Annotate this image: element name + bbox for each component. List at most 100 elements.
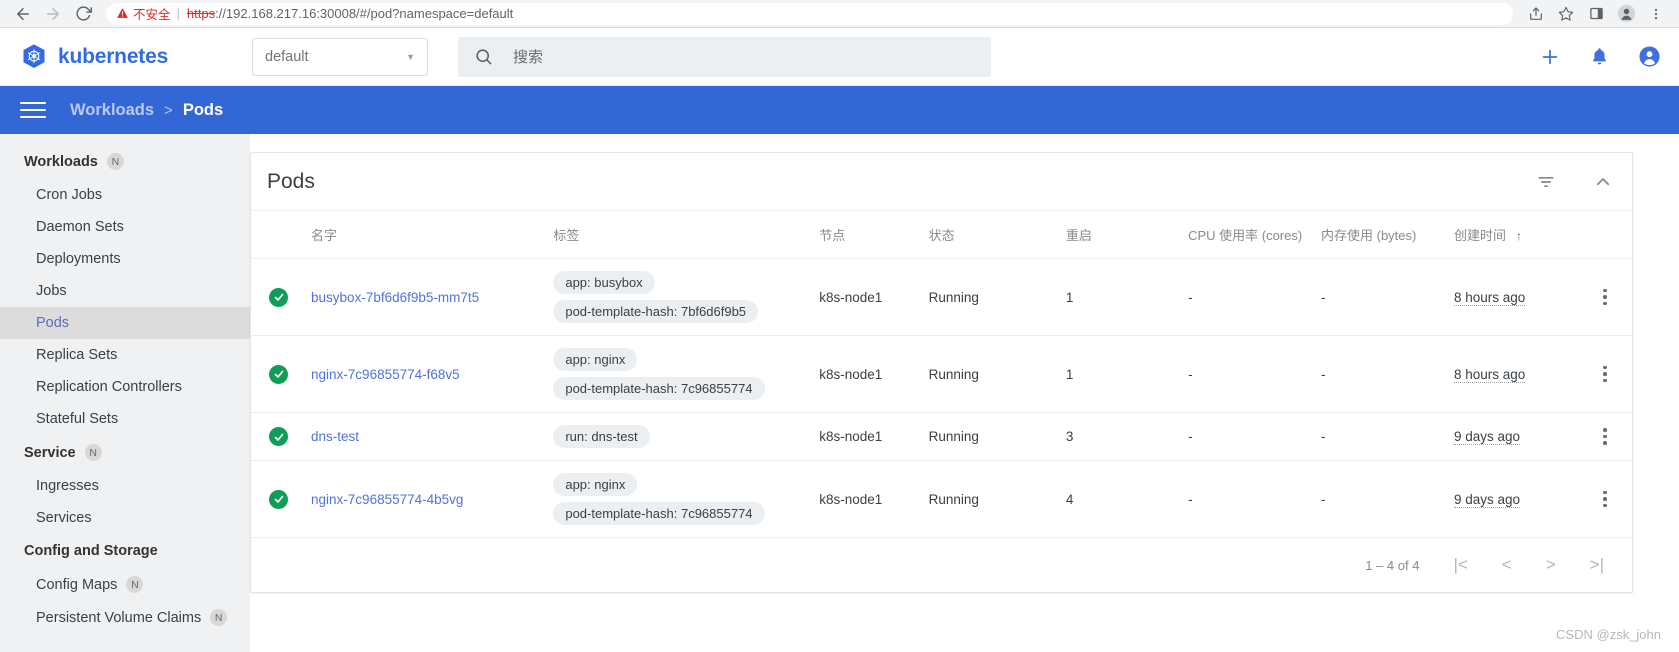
pod-status-cell bbox=[251, 460, 312, 538]
row-actions-cell bbox=[1578, 335, 1632, 413]
column-header[interactable]: 名字 bbox=[311, 211, 554, 259]
pods-card: Pods 名字 标签 节点 状态 重启 CPU 使用率 (cores) 内存使用 (byte… bbox=[250, 152, 1633, 593]
success-check-icon bbox=[269, 287, 288, 307]
sidebar-item-replica-sets[interactable]: Replica Sets bbox=[0, 339, 250, 371]
pod-labels-cell: app: nginx pod-template-hash: 7c96855774 bbox=[553, 335, 820, 413]
row-overflow-menu-icon[interactable] bbox=[1578, 288, 1632, 306]
pod-name-link[interactable]: busybox-7bf6d6f9b5-mm7t5 bbox=[311, 290, 479, 305]
table-row[interactable]: busybox-7bf6d6f9b5-mm7t5 app: busybox pod-… bbox=[251, 258, 1632, 336]
sidebar-item-services[interactable]: Services bbox=[0, 502, 250, 534]
pod-name-link[interactable]: dns-test bbox=[311, 429, 359, 444]
column-header-label: CPU 使用率 (cores) bbox=[1188, 228, 1303, 243]
pod-state-cell: Running bbox=[928, 335, 1066, 413]
previous-page-button[interactable]: < bbox=[1502, 555, 1512, 575]
pod-status-cell bbox=[251, 412, 312, 461]
forward-button[interactable] bbox=[38, 2, 68, 26]
pod-name-link[interactable]: nginx-7c96855774-4b5vg bbox=[311, 492, 463, 507]
label-chip: pod-template-hash: 7bf6d6f9b5 bbox=[553, 300, 759, 323]
first-page-button[interactable]: |< bbox=[1453, 555, 1467, 575]
sidebar-item-replication-controllers[interactable]: Replication Controllers bbox=[0, 371, 250, 403]
pod-state-cell: Running bbox=[928, 460, 1066, 538]
pod-node-cell: k8s-node1 bbox=[819, 460, 929, 538]
sidebar-item-config-maps[interactable]: Config Maps N bbox=[0, 568, 250, 601]
sidebar-item-label: Cron Jobs bbox=[36, 187, 103, 203]
pod-created-cell: 8 hours ago bbox=[1453, 335, 1579, 413]
hamburger-menu-icon[interactable] bbox=[20, 102, 46, 118]
sidebar-item-pods[interactable]: Pods bbox=[0, 307, 250, 339]
table-row[interactable]: dns-test run: dns-test k8s-node1 Running 3- -… bbox=[251, 412, 1632, 461]
row-overflow-menu-icon[interactable] bbox=[1578, 428, 1632, 445]
table-row[interactable]: nginx-7c96855774-f68v5 app: nginx pod-temp… bbox=[251, 335, 1632, 413]
column-header[interactable]: 节点 bbox=[819, 211, 929, 259]
table-row[interactable]: nginx-7c96855774-4b5vg app: nginx pod-temp… bbox=[251, 460, 1632, 538]
column-header[interactable]: 创建时间 ↑ bbox=[1453, 211, 1579, 259]
namespace-selected-value: default bbox=[265, 48, 309, 65]
pod-node-cell: k8s-node1 bbox=[819, 412, 929, 461]
sidebar-item-jobs[interactable]: Jobs bbox=[0, 275, 250, 307]
last-page-button[interactable]: >| bbox=[1590, 555, 1604, 575]
breadcrumb-bar: Workloads > Pods bbox=[0, 86, 1679, 134]
sidebar-item-stateful-sets[interactable]: Stateful Sets bbox=[0, 403, 250, 435]
sidebar-item-deployments[interactable]: Deployments bbox=[0, 243, 250, 275]
sidebar-item-ingresses[interactable]: Ingresses bbox=[0, 470, 250, 502]
back-button[interactable] bbox=[8, 2, 38, 26]
pod-memory-cell: - bbox=[1321, 460, 1454, 538]
three-dot-menu-icon[interactable] bbox=[1641, 2, 1671, 26]
pod-memory-cell: - bbox=[1321, 412, 1454, 461]
share-icon[interactable] bbox=[1521, 2, 1551, 26]
pod-status-cell bbox=[251, 335, 312, 413]
chevron-up-icon[interactable] bbox=[1594, 173, 1612, 191]
search-placeholder: 搜索 bbox=[513, 49, 544, 66]
kubernetes-logo[interactable]: kubernetes bbox=[20, 43, 252, 71]
label-chip: app: nginx bbox=[553, 473, 638, 496]
search-input[interactable]: 搜索 bbox=[458, 36, 991, 77]
pod-restarts-cell: 1 bbox=[1065, 335, 1189, 413]
next-page-button[interactable]: > bbox=[1546, 555, 1556, 575]
sidebar-group-title: Service N bbox=[0, 435, 250, 470]
column-header[interactable]: 内存使用 (bytes) bbox=[1321, 211, 1454, 259]
column-header[interactable]: 状态 bbox=[928, 211, 1066, 259]
pod-name-link[interactable]: nginx-7c96855774-f68v5 bbox=[311, 367, 460, 382]
column-header-label: 节点 bbox=[819, 228, 846, 243]
pagination: 1 – 4 of 4 |< < > >| bbox=[251, 538, 1632, 592]
pod-node-cell: k8s-node1 bbox=[819, 258, 929, 336]
reload-button[interactable] bbox=[68, 2, 98, 26]
browser-toolbar: 不安全 | https://192.168.217.16:30008/#/pod… bbox=[0, 0, 1679, 28]
row-actions-cell bbox=[1578, 460, 1632, 538]
status-column-header bbox=[251, 211, 312, 259]
pod-name-cell: nginx-7c96855774-4b5vg bbox=[311, 460, 554, 538]
pod-created-cell: 9 days ago bbox=[1453, 412, 1579, 461]
column-header-label: 重启 bbox=[1065, 228, 1092, 243]
label-chip: run: dns-test bbox=[553, 425, 650, 448]
row-actions-cell bbox=[1578, 412, 1632, 461]
page-title: Pods bbox=[267, 169, 315, 193]
sidebar-group-label: Service bbox=[24, 444, 76, 461]
address-bar[interactable]: 不安全 | https://192.168.217.16:30008/#/pod… bbox=[106, 2, 1513, 25]
browser-action-icons bbox=[1521, 2, 1671, 26]
sidebar-item-cron-jobs[interactable]: Cron Jobs bbox=[0, 179, 250, 211]
side-panel-icon[interactable] bbox=[1581, 2, 1611, 26]
profile-avatar-icon[interactable] bbox=[1611, 2, 1641, 26]
breadcrumb-separator-icon: > bbox=[164, 101, 173, 119]
column-header[interactable]: 标签 bbox=[553, 211, 820, 259]
column-header[interactable]: 重启 bbox=[1065, 211, 1189, 259]
breadcrumb-parent[interactable]: Workloads bbox=[70, 101, 154, 120]
namespace-selector[interactable]: default ▼ bbox=[252, 37, 428, 76]
sidebar-group-label: Workloads bbox=[24, 153, 98, 170]
not-secure-label: 不安全 bbox=[133, 8, 171, 22]
row-overflow-menu-icon[interactable] bbox=[1578, 490, 1632, 508]
filter-icon[interactable] bbox=[1536, 172, 1556, 192]
sidebar-item-label: Pods bbox=[36, 315, 70, 331]
sidebar-item-persistent-volume-claims[interactable]: Persistent Volume Claims N bbox=[0, 601, 250, 634]
pod-restarts-cell: 3 bbox=[1065, 412, 1189, 461]
column-header-label: 内存使用 (bytes) bbox=[1321, 228, 1417, 243]
create-button[interactable] bbox=[1539, 46, 1561, 68]
star-icon[interactable] bbox=[1551, 2, 1581, 26]
account-circle-icon[interactable] bbox=[1638, 45, 1661, 68]
sidebar-item-label: Daemon Sets bbox=[36, 219, 124, 235]
sidebar-item-daemon-sets[interactable]: Daemon Sets bbox=[0, 211, 250, 243]
column-header[interactable]: CPU 使用率 (cores) bbox=[1188, 211, 1322, 259]
pod-cpu-cell: - bbox=[1188, 258, 1322, 336]
notifications-bell-icon[interactable] bbox=[1589, 46, 1610, 67]
row-overflow-menu-icon[interactable] bbox=[1578, 365, 1632, 383]
